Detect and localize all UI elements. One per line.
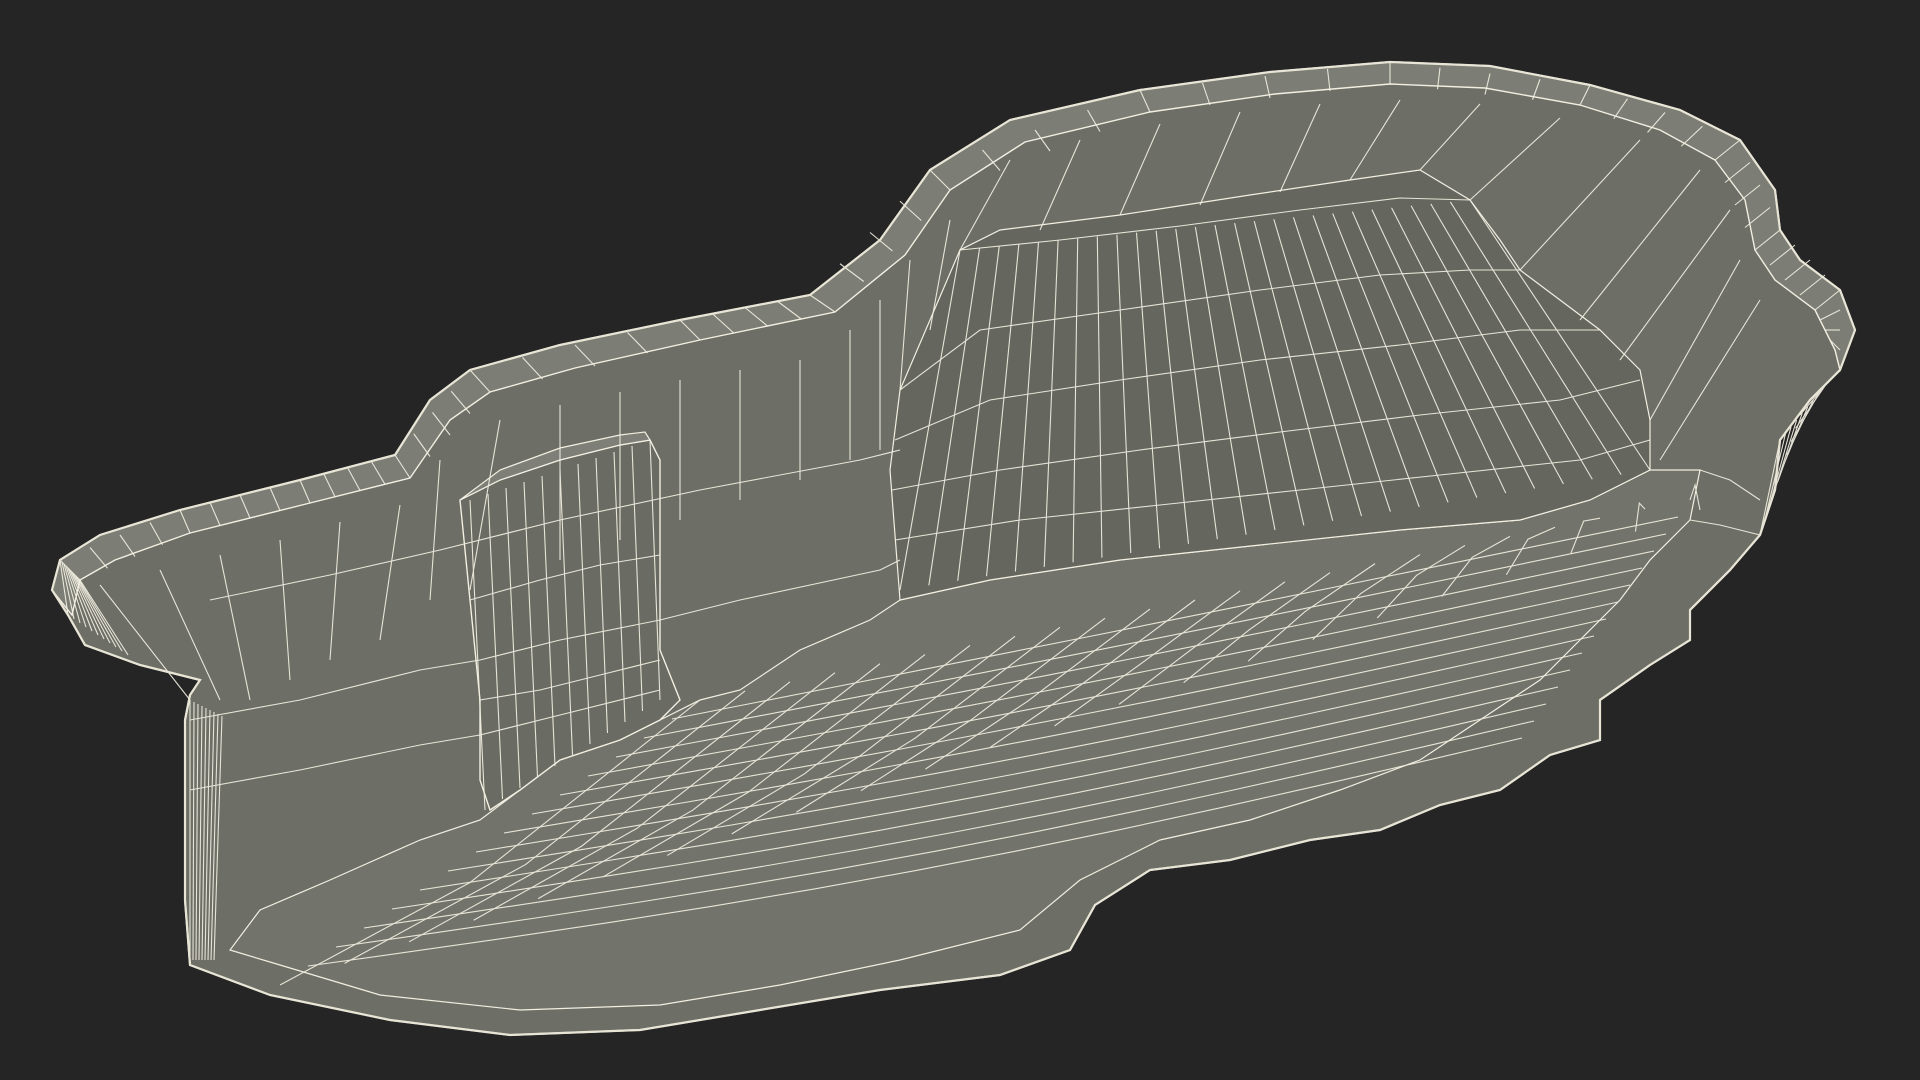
viewport[interactable] [0, 0, 1920, 1080]
wireframe-model [0, 0, 1920, 1080]
